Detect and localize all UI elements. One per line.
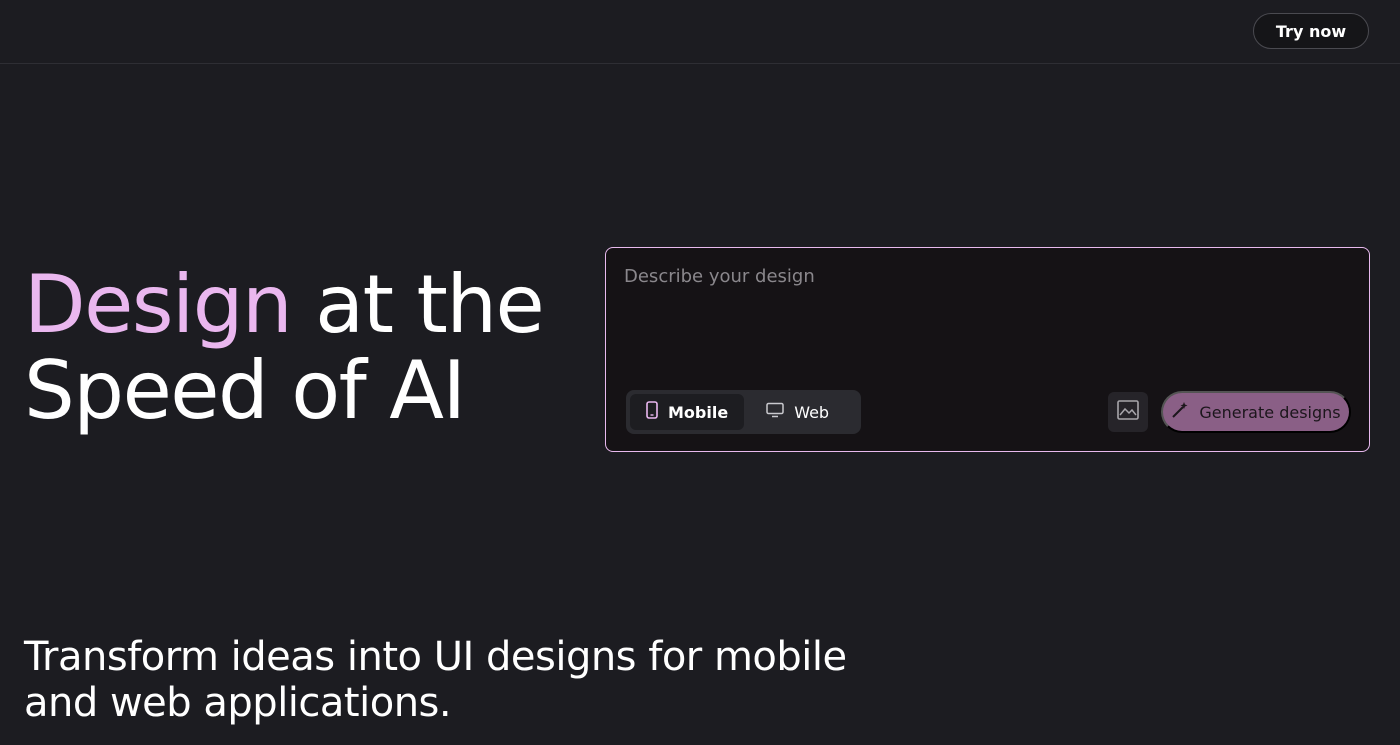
magic-wand-icon bbox=[1171, 401, 1189, 423]
phone-icon bbox=[646, 401, 658, 423]
hero-accent-word: Design bbox=[24, 258, 293, 351]
monitor-icon bbox=[766, 402, 784, 422]
hero-line-2: Speed of AI bbox=[24, 344, 466, 437]
top-bar: Try now bbox=[0, 0, 1400, 64]
device-option-mobile[interactable]: Mobile bbox=[630, 394, 745, 430]
attach-image-button[interactable] bbox=[1108, 392, 1148, 432]
hero-line-1-rest: at the bbox=[291, 258, 545, 351]
device-option-web-label: Web bbox=[794, 402, 830, 422]
image-icon bbox=[1117, 400, 1139, 424]
hero-heading: Design at the Speed of AI bbox=[24, 262, 584, 434]
design-description-input[interactable] bbox=[624, 266, 1344, 366]
try-now-button[interactable]: Try now bbox=[1253, 13, 1369, 49]
prompt-card: Mobile Web bbox=[605, 247, 1370, 452]
device-option-web[interactable]: Web bbox=[750, 394, 845, 430]
device-option-mobile-label: Mobile bbox=[668, 402, 729, 422]
device-toggle: Mobile Web bbox=[626, 390, 861, 434]
generate-designs-label: Generate designs bbox=[1199, 402, 1341, 422]
landing-page: Try now Design at the Speed of AI Mobile bbox=[0, 0, 1400, 745]
subtitle: Transform ideas into UI designs for mobi… bbox=[24, 634, 847, 726]
generate-designs-button[interactable]: Generate designs bbox=[1161, 391, 1351, 433]
